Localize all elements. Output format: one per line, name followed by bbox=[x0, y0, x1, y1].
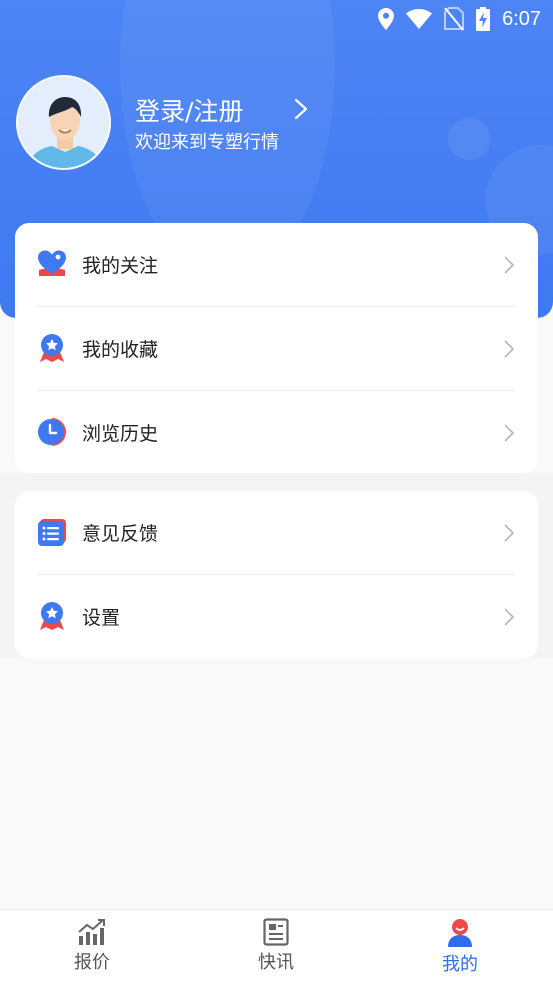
avatar[interactable] bbox=[16, 75, 111, 170]
menu-item-label: 意见反馈 bbox=[82, 523, 159, 545]
tab-mine[interactable]: 我的 bbox=[368, 910, 552, 983]
settings-badge-icon bbox=[37, 601, 67, 631]
chevron-right-icon bbox=[503, 523, 515, 543]
menu-card-secondary: 意见反馈 设置 bbox=[15, 491, 538, 658]
status-bar: 6:07 bbox=[0, 0, 553, 38]
menu-item-follow[interactable]: 我的关注 bbox=[15, 223, 538, 306]
chevron-right-icon bbox=[503, 339, 515, 359]
tab-label: 报价 bbox=[74, 952, 110, 973]
clock-time: 6:07 bbox=[502, 7, 541, 30]
location-icon bbox=[378, 8, 395, 30]
tab-news[interactable]: 快讯 bbox=[184, 910, 368, 983]
menu-item-history[interactable]: 浏览历史 bbox=[15, 391, 538, 474]
news-icon bbox=[263, 918, 289, 946]
menu-item-label: 设置 bbox=[82, 607, 121, 629]
chart-trend-icon bbox=[78, 919, 105, 945]
tab-label: 我的 bbox=[442, 954, 478, 975]
menu-item-label: 我的收藏 bbox=[82, 339, 159, 361]
user-avatar bbox=[18, 77, 109, 168]
clock-history-icon bbox=[37, 417, 67, 447]
tab-quotes[interactable]: 报价 bbox=[0, 910, 184, 983]
wifi-icon bbox=[406, 9, 433, 29]
heart-follow-icon bbox=[37, 249, 67, 279]
no-sim-icon bbox=[444, 7, 465, 31]
menu-item-feedback[interactable]: 意见反馈 bbox=[15, 491, 538, 574]
user-icon bbox=[448, 919, 472, 947]
chevron-right-icon bbox=[503, 607, 515, 627]
chevron-right-icon bbox=[503, 423, 515, 443]
bottom-navigation: 报价 快讯 我的 bbox=[0, 909, 553, 983]
menu-item-label: 浏览历史 bbox=[82, 423, 159, 445]
menu-card-primary: 我的关注 我的收藏 浏览历史 bbox=[15, 223, 538, 473]
menu-item-label: 我的关注 bbox=[82, 255, 159, 277]
tab-label: 快讯 bbox=[258, 952, 294, 973]
login-register-link[interactable]: 登录/注册 bbox=[135, 92, 243, 128]
chevron-right-icon bbox=[503, 255, 515, 275]
star-badge-icon bbox=[37, 333, 67, 363]
menu-item-settings[interactable]: 设置 bbox=[15, 575, 538, 658]
feedback-list-icon bbox=[37, 518, 67, 548]
decor-circle bbox=[448, 118, 490, 160]
welcome-subtitle: 欢迎来到专塑行情 bbox=[135, 132, 279, 153]
menu-item-favorites[interactable]: 我的收藏 bbox=[15, 307, 538, 390]
battery-charging-icon bbox=[476, 7, 491, 31]
chevron-right-icon[interactable] bbox=[292, 98, 310, 120]
